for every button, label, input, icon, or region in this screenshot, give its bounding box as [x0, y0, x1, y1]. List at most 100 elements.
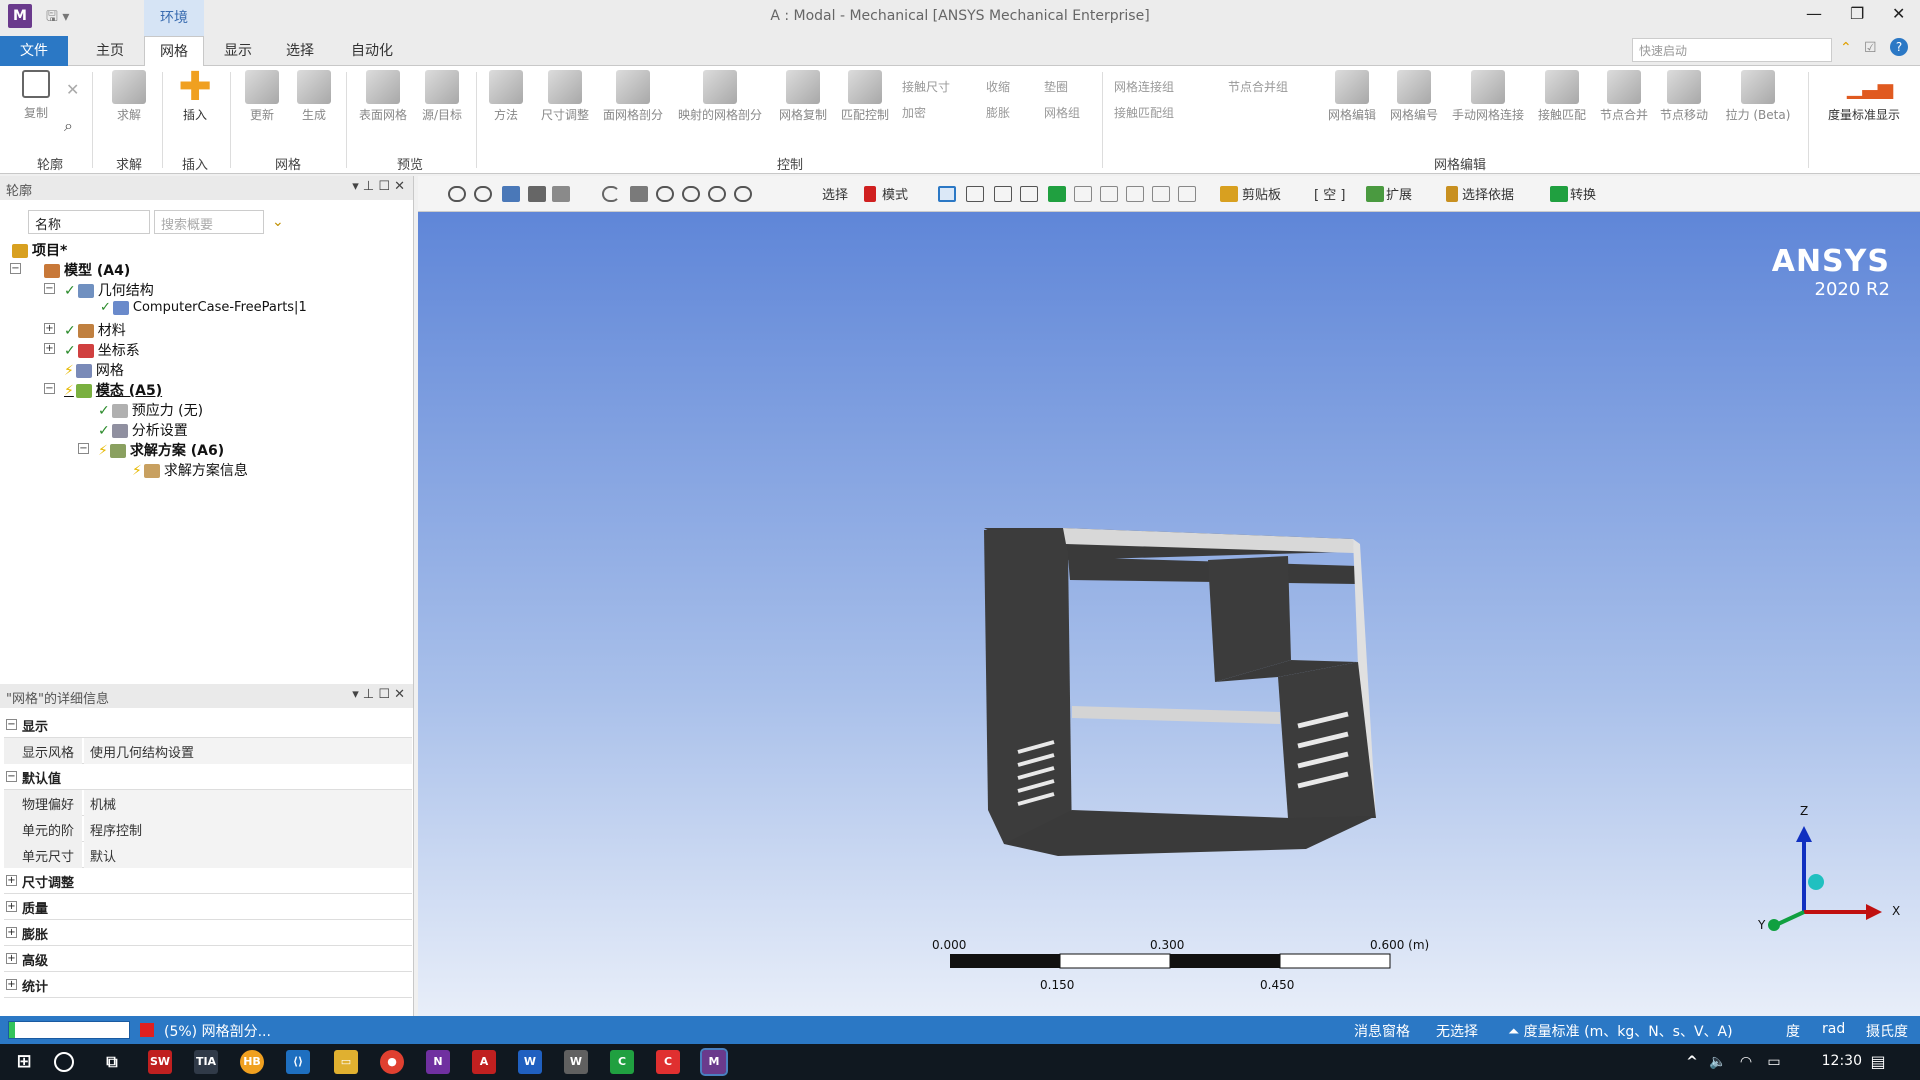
- select-node-icon[interactable]: [1048, 186, 1066, 202]
- restore-icon[interactable]: ❐: [1850, 4, 1864, 23]
- tree-item-materials[interactable]: ✓ 材料: [64, 320, 126, 340]
- clipboard-dropdown[interactable]: 剪贴板: [1242, 184, 1281, 203]
- sizing-button[interactable]: 尺寸调整: [534, 70, 596, 123]
- details-section-quality[interactable]: + 质量: [4, 894, 412, 920]
- select-by-dropdown[interactable]: 选择依据: [1462, 184, 1514, 203]
- surface-mesh-button[interactable]: 表面网格: [352, 70, 414, 123]
- tree-item-solution[interactable]: ⚡ 求解方案 (A6): [98, 440, 224, 460]
- camtasia-icon[interactable]: C: [610, 1050, 634, 1074]
- details-row[interactable]: 显示风格 使用几何结构设置: [4, 738, 412, 764]
- update-button[interactable]: 更新: [238, 70, 286, 123]
- minimize-icon[interactable]: —: [1806, 4, 1822, 23]
- battery-icon[interactable]: ▭: [1762, 1050, 1786, 1074]
- solidworks-icon[interactable]: SW: [148, 1050, 172, 1074]
- mesh-numbering-button[interactable]: 网格编号: [1384, 70, 1444, 123]
- select-mesh-icon[interactable]: [1126, 186, 1144, 202]
- match-control-button[interactable]: 匹配控制: [834, 70, 896, 123]
- expand-icon[interactable]: +: [44, 343, 55, 354]
- select-edge-icon[interactable]: [966, 186, 984, 202]
- workbench-icon[interactable]: W: [518, 1050, 542, 1074]
- message-pane-button[interactable]: 消息窗格: [1354, 1021, 1410, 1041]
- details-section-display[interactable]: − 显示: [4, 712, 412, 738]
- generate-button[interactable]: 生成: [290, 70, 338, 123]
- collapse-icon[interactable]: −: [78, 443, 89, 454]
- tab-mesh[interactable]: 网格: [144, 36, 204, 67]
- details-row[interactable]: 单元的阶 程序控制: [4, 816, 412, 842]
- outline-filter-select[interactable]: 名称: [28, 210, 150, 234]
- quick-launch-input[interactable]: 快速启动: [1632, 38, 1832, 62]
- zoom-icon[interactable]: [656, 186, 674, 202]
- expand-icon[interactable]: +: [44, 323, 55, 334]
- temperature-unit[interactable]: 摄氏度: [1866, 1021, 1908, 1041]
- outline-search-input[interactable]: 搜索概要: [154, 210, 264, 234]
- box-zoom-icon[interactable]: [682, 186, 700, 202]
- tree-item-prestress[interactable]: ✓ 预应力 (无): [98, 400, 203, 420]
- node-move-button[interactable]: 节点移动: [1654, 70, 1714, 123]
- pull-button[interactable]: 拉力 (Beta): [1716, 70, 1800, 123]
- angle-unit-rad[interactable]: rad: [1822, 1021, 1845, 1037]
- convert-dropdown[interactable]: 转换: [1570, 184, 1596, 203]
- recorder-icon[interactable]: C: [656, 1050, 680, 1074]
- metric-display-button[interactable]: ▁▃▅ 度量标准显示: [1814, 70, 1914, 123]
- select-vertex-icon[interactable]: [938, 186, 956, 202]
- iso-ball-icon[interactable]: [1808, 874, 1824, 890]
- unit-system-button[interactable]: ⏶ 度量标准 (m、kg、N、s、V、A): [1508, 1021, 1733, 1041]
- expand-icon[interactable]: +: [6, 979, 17, 990]
- graphics-viewport[interactable]: ANSYS 2020 R2 0.000 0.300 0.600 (m) 0.15…: [418, 212, 1920, 1016]
- acrobat-icon[interactable]: A: [472, 1050, 496, 1074]
- collapse-icon[interactable]: −: [44, 283, 55, 294]
- zoom-fit-icon[interactable]: [708, 186, 726, 202]
- select-element-face-icon[interactable]: [1074, 186, 1092, 202]
- select-body-icon[interactable]: [1020, 186, 1038, 202]
- collapse-icon[interactable]: −: [44, 383, 55, 394]
- tab-automation[interactable]: 自动化: [340, 36, 404, 66]
- stop-icon[interactable]: [140, 1023, 154, 1037]
- manual-mesh-connection-button[interactable]: 手动网格连接: [1446, 70, 1530, 123]
- insert-button[interactable]: ✚ 插入: [170, 67, 220, 123]
- select-label[interactable]: 选择: [822, 184, 848, 203]
- delete-icon[interactable]: ✕: [66, 80, 79, 99]
- details-section-sizing[interactable]: + 尺寸调整: [4, 868, 412, 894]
- details-section-defaults[interactable]: − 默认值: [4, 764, 412, 790]
- computer-case-model[interactable]: [984, 528, 1376, 856]
- mapped-face-button[interactable]: 映射的网格剖分: [670, 70, 770, 123]
- inflation-button[interactable]: 膨胀: [986, 104, 1010, 121]
- details-section-statistics[interactable]: + 统计: [4, 972, 412, 998]
- pinch-button[interactable]: 收缩: [986, 78, 1010, 95]
- file-explorer-icon[interactable]: ▭: [334, 1050, 358, 1074]
- expand-icon[interactable]: +: [6, 953, 17, 964]
- task-view-icon[interactable]: ⧉: [100, 1050, 124, 1074]
- tree-item-modal[interactable]: ⚡ 模态 (A5): [64, 380, 162, 400]
- tia-icon[interactable]: TIA: [194, 1050, 218, 1074]
- mesh-group-button[interactable]: 网格组: [1044, 104, 1080, 121]
- close-icon[interactable]: ✕: [1892, 4, 1905, 23]
- contact-sizing-button[interactable]: 接触尺寸: [902, 78, 950, 95]
- chrome-icon[interactable]: ●: [380, 1050, 404, 1074]
- hb-app-icon[interactable]: HB: [240, 1050, 264, 1074]
- rotate-icon[interactable]: [602, 186, 620, 202]
- tree-item-solution-info[interactable]: ⚡ 求解方案信息: [132, 460, 248, 480]
- feedback-icon[interactable]: ☑: [1864, 40, 1877, 56]
- tab-display[interactable]: 显示: [210, 36, 266, 66]
- node-merge-button[interactable]: 节点合并: [1594, 70, 1654, 123]
- mesh-copy-button[interactable]: 网格复制: [772, 70, 834, 123]
- tree-item-part[interactable]: ✓ ComputerCase-FreeParts|1: [100, 300, 307, 315]
- collapse-ribbon-icon[interactable]: ⌃: [1840, 40, 1852, 56]
- contact-match-group-button[interactable]: 接触匹配组: [1114, 104, 1174, 121]
- iso-view-icon[interactable]: [502, 186, 520, 202]
- clipboard-icon[interactable]: [1220, 186, 1238, 202]
- panel-controls-icon[interactable]: ▾ ⊥ ☐ ✕: [352, 179, 405, 194]
- face-meshing-button[interactable]: 面网格剖分: [596, 70, 670, 123]
- copy-button[interactable]: 复制: [16, 70, 56, 121]
- mesh-edit-button[interactable]: 网格编辑: [1322, 70, 1382, 123]
- pan-icon[interactable]: [630, 186, 648, 202]
- select-mesh-by-id-icon[interactable]: [1178, 186, 1196, 202]
- tree-item-mesh[interactable]: ⚡ 网格: [64, 360, 124, 380]
- onenote-icon[interactable]: N: [426, 1050, 450, 1074]
- pin-icon[interactable]: [1446, 186, 1458, 202]
- cursor-icon[interactable]: [864, 186, 876, 202]
- node-merge-group-button[interactable]: 节点合并组: [1228, 78, 1288, 95]
- extend-icon[interactable]: [1366, 186, 1384, 202]
- select-all-icon[interactable]: [1152, 186, 1170, 202]
- tree-item-project[interactable]: 项目*: [12, 240, 67, 260]
